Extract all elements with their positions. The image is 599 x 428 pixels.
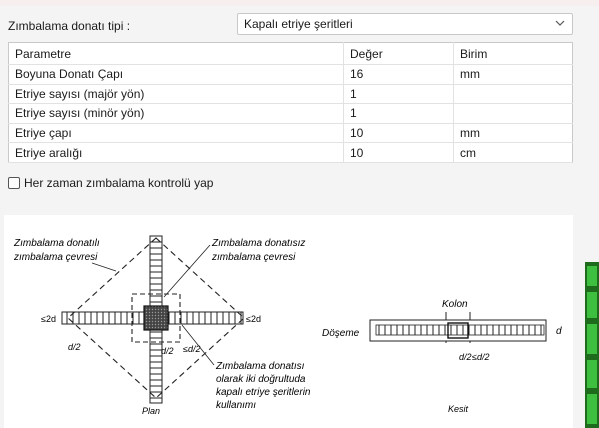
plan-view: Zımbalama donatılı zımbalama çevresi Zım…	[13, 235, 311, 416]
cell-value[interactable]: 16	[343, 64, 454, 85]
punching-type-label: Zımbalama donatı tipi :	[8, 16, 130, 36]
column-header-birim: Birim	[453, 42, 573, 65]
cell-value[interactable]: 10	[343, 123, 454, 144]
diagram-panel: Zımbalama donatılı zımbalama çevresi Zım…	[4, 215, 573, 428]
table-row[interactable]: Boyuna Donatı Çapı 16 mm	[8, 64, 573, 85]
note-1: Zımbalama donatısı	[215, 361, 305, 372]
cell-param: Etriye sayısı (minör yön)	[8, 103, 344, 124]
always-check-checkbox[interactable]	[8, 177, 20, 189]
top-strip	[0, 0, 599, 6]
punching-diagram: Zımbalama donatılı zımbalama çevresi Zım…	[13, 235, 562, 416]
chevron-down-icon	[555, 20, 565, 26]
dim-right: ≤2d	[246, 314, 261, 324]
label-outer-1: Zımbalama donatılı	[13, 238, 100, 249]
dim-left: ≤2d	[41, 314, 56, 324]
note-3: kapalı etriye şeritlerin	[216, 387, 311, 398]
section-view: Kolon Döşeme d d/2 ≤d/2 Kesit	[322, 299, 562, 414]
cell-value[interactable]: 1	[343, 84, 454, 105]
column-header-parametre: Parametre	[8, 42, 344, 65]
column-header-deger: Değer	[343, 42, 454, 65]
label-inner-2: zımbalama çevresi	[211, 252, 296, 263]
label-outer-2: zımbalama çevresi	[13, 252, 98, 263]
side-edge-decoration	[585, 262, 599, 428]
cell-unit: cm	[453, 142, 573, 163]
stirrup-strip-section	[375, 324, 545, 336]
table-row[interactable]: Etriye sayısı (minör yön) 1	[8, 103, 573, 124]
table-header-row: Parametre Değer Birim	[8, 42, 573, 65]
table-row[interactable]: Etriye çapı 10 mm	[8, 123, 573, 144]
d-label: d	[556, 326, 562, 337]
cell-unit: mm	[453, 123, 573, 144]
leader-outer	[91, 262, 117, 272]
punching-type-label-text: Zımbalama donatı tipi :	[8, 19, 131, 33]
cell-param: Boyuna Donatı Çapı	[8, 64, 344, 85]
kolon-label: Kolon	[442, 299, 468, 310]
label-inner-1: Zımbalama donatısız	[211, 238, 305, 249]
cell-param: Etriye çapı	[8, 123, 344, 144]
table-row[interactable]: Etriye sayısı (majör yön) 1	[8, 84, 573, 105]
parameter-table: Parametre Değer Birim Boyuna Donatı Çapı…	[8, 42, 573, 163]
cell-unit	[453, 84, 573, 105]
cell-param: Etriye aralığı	[8, 142, 344, 163]
leader-inner	[163, 244, 211, 298]
note-2: olarak iki doğrultuda	[216, 374, 306, 385]
section-d2: d/2	[459, 352, 472, 362]
plan-label: Plan	[142, 406, 160, 416]
kesit-label: Kesit	[448, 404, 469, 414]
cell-param: Etriye sayısı (majör yön)	[8, 84, 344, 105]
section-le-d2: ≤d/2	[472, 352, 489, 362]
cell-unit	[453, 103, 573, 124]
d2-left: d/2	[68, 342, 81, 352]
cell-unit: mm	[453, 64, 573, 85]
punching-type-select[interactable]: Kapalı etriye şeritleri	[237, 13, 573, 35]
d2-center: d/2	[161, 346, 174, 356]
punching-type-select-value: Kapalı etriye şeritleri	[244, 17, 353, 31]
column-plan	[143, 305, 169, 331]
always-check-label: Her zaman zımbalama kontrolü yap	[24, 176, 214, 190]
doseme-label: Döşeme	[322, 328, 360, 339]
cell-value[interactable]: 1	[343, 103, 454, 124]
le-d2-center: ≤d/2	[183, 344, 200, 354]
note-4: kullanımı	[216, 400, 256, 411]
table-row[interactable]: Etriye aralığı 10 cm	[8, 142, 573, 163]
always-check-row[interactable]: Her zaman zımbalama kontrolü yap	[8, 176, 213, 190]
cell-value[interactable]: 10	[343, 142, 454, 163]
